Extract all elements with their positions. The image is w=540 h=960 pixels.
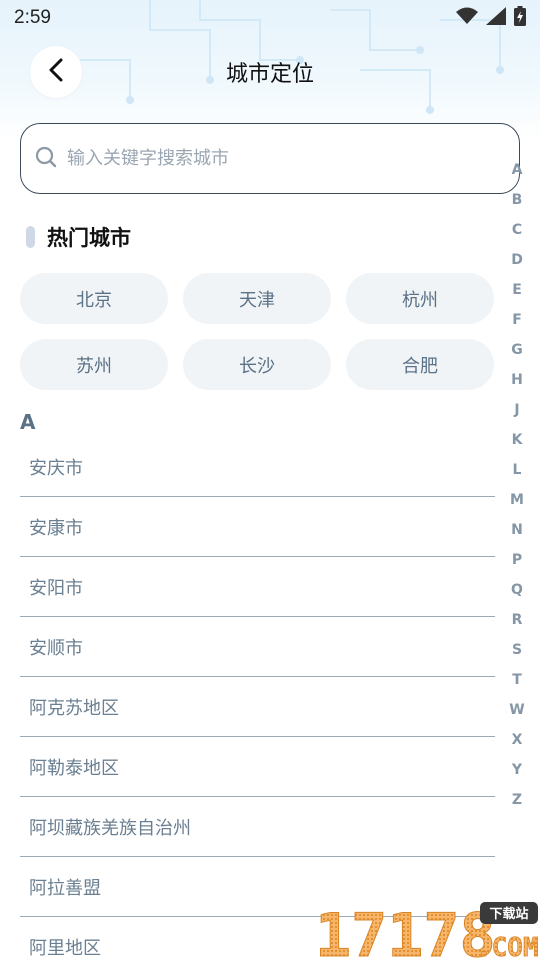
wifi-icon xyxy=(456,7,478,29)
watermark-tag: 下载站 xyxy=(489,906,528,922)
section-letter: A xyxy=(20,410,36,434)
index-letter[interactable]: S xyxy=(512,635,522,665)
city-list-item[interactable]: 安阳市 xyxy=(20,557,495,617)
hot-cities-heading: 热门城市 xyxy=(26,222,131,252)
hot-city-chip[interactable]: 杭州 xyxy=(346,273,494,324)
index-letter[interactable]: X xyxy=(512,725,523,755)
index-letter[interactable]: J xyxy=(514,395,519,425)
index-letter[interactable]: W xyxy=(509,695,524,725)
index-letter[interactable]: G xyxy=(511,335,523,365)
index-letter[interactable]: A xyxy=(512,155,523,185)
index-letter[interactable]: L xyxy=(513,455,522,485)
city-list-item[interactable]: 阿坝藏族羌族自治州 xyxy=(20,797,495,857)
index-letter[interactable]: C xyxy=(512,215,522,245)
search-box[interactable] xyxy=(20,123,520,194)
watermark-suffix: .COM xyxy=(476,933,539,960)
hot-city-chip[interactable]: 北京 xyxy=(20,273,168,324)
index-letter[interactable]: E xyxy=(512,275,522,305)
hot-cities-title: 热门城市 xyxy=(47,226,131,250)
hot-city-chip[interactable]: 苏州 xyxy=(20,339,168,390)
header: 城市定位 xyxy=(0,44,540,100)
index-letter[interactable]: K xyxy=(512,425,523,455)
index-letter[interactable]: T xyxy=(512,665,522,695)
site-watermark-logo: 17178 下载站 .COM xyxy=(315,898,540,960)
index-letter[interactable]: Q xyxy=(511,575,523,605)
index-letter[interactable]: H xyxy=(511,365,523,395)
watermark-number: 17178 xyxy=(315,901,496,960)
status-time: 2:59 xyxy=(14,7,51,28)
alphabet-index[interactable]: A B C D E F G H J K L M N P Q R S T W X … xyxy=(505,155,529,815)
hot-city-chip[interactable]: 合肥 xyxy=(346,339,494,390)
index-letter[interactable]: F xyxy=(512,305,522,335)
city-list-item[interactable]: 阿勒泰地区 xyxy=(20,737,495,797)
index-letter[interactable]: Z xyxy=(512,785,522,815)
index-letter[interactable]: R xyxy=(512,605,523,635)
city-list-item[interactable]: 安庆市 xyxy=(20,437,495,497)
index-letter[interactable]: P xyxy=(512,545,522,575)
status-bar: 2:59 xyxy=(0,0,540,36)
city-list-item[interactable]: 阿克苏地区 xyxy=(20,677,495,737)
back-button[interactable] xyxy=(30,46,82,98)
signal-icon xyxy=(486,7,506,29)
hot-city-chip[interactable]: 天津 xyxy=(183,273,331,324)
city-list-item[interactable]: 安顺市 xyxy=(20,617,495,677)
search-input[interactable] xyxy=(67,148,467,169)
index-letter[interactable]: M xyxy=(510,485,524,515)
search-icon xyxy=(35,146,57,172)
index-letter[interactable]: Y xyxy=(512,755,522,785)
page-title: 城市定位 xyxy=(225,62,314,87)
battery-charging-icon xyxy=(514,6,526,30)
city-list: 安庆市 安康市 安阳市 安顺市 阿克苏地区 阿勒泰地区 阿坝藏族羌族自治州 阿拉… xyxy=(20,437,495,960)
chevron-left-icon xyxy=(48,58,64,86)
index-letter[interactable]: B xyxy=(512,185,523,215)
heading-accent-bar xyxy=(26,226,35,248)
city-list-item[interactable]: 安康市 xyxy=(20,497,495,557)
status-icons xyxy=(456,6,526,30)
index-letter[interactable]: D xyxy=(511,245,523,275)
hot-city-chip[interactable]: 长沙 xyxy=(183,339,331,390)
hot-cities-grid: 北京 天津 杭州 苏州 长沙 合肥 xyxy=(20,273,496,390)
index-letter[interactable]: N xyxy=(511,515,523,545)
